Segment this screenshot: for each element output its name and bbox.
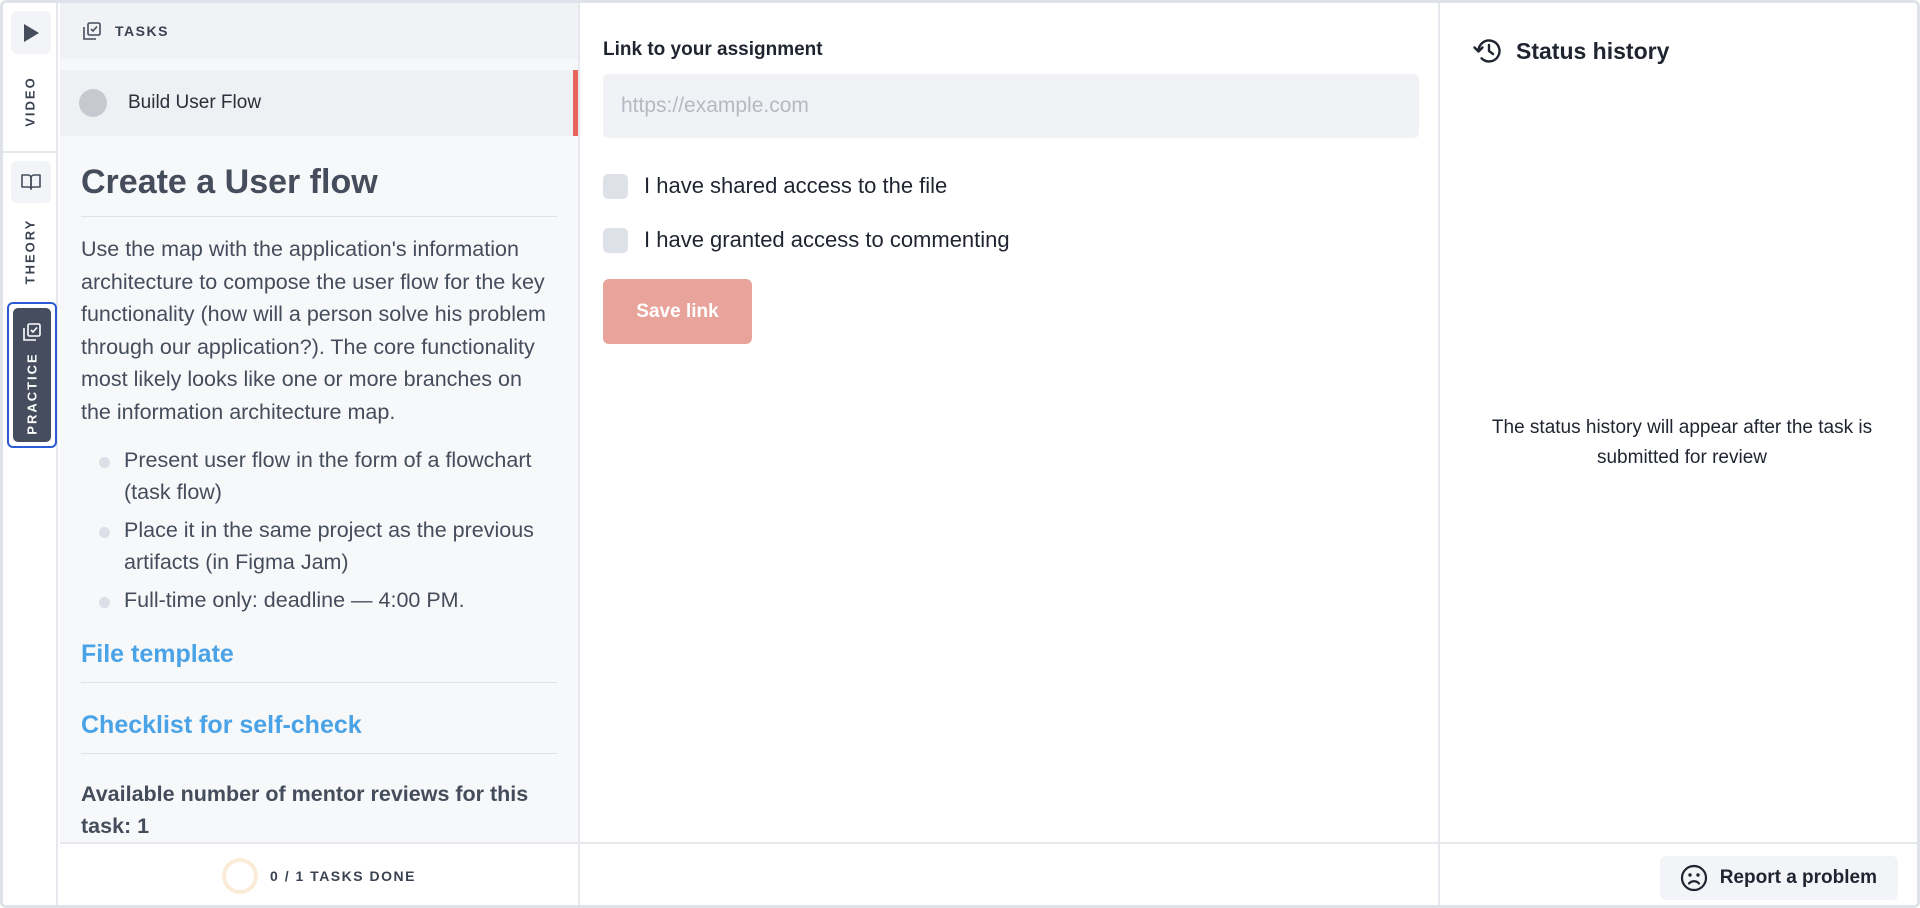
play-icon	[24, 23, 39, 42]
divider	[81, 216, 557, 217]
task-title: Create a User flow	[81, 163, 378, 201]
commenting-access-checkbox-row[interactable]: I have granted access to commenting	[603, 227, 1010, 253]
report-problem-label: Report a problem	[1719, 867, 1877, 888]
list-item: Full-time only: deadline — 4:00 PM.	[81, 584, 557, 616]
task-description: Use the map with the application's infor…	[81, 237, 546, 424]
bullet-icon	[99, 597, 110, 608]
status-history-empty-text: The status history will appear after the…	[1491, 417, 1873, 468]
save-link-button[interactable]: Save link	[603, 279, 752, 344]
status-history-panel: Status history The status history will a…	[1440, 3, 1917, 842]
shared-access-label[interactable]: I have shared access to the file	[644, 173, 947, 199]
book-icon	[21, 174, 41, 190]
tasks-icon	[23, 323, 41, 341]
active-task-marker	[573, 70, 578, 136]
commenting-access-label[interactable]: I have granted access to commenting	[644, 227, 1010, 253]
practice-tab-label: PRACTICE	[24, 351, 40, 435]
checklist-link[interactable]: Checklist for self-check	[81, 707, 557, 743]
report-problem-button[interactable]: Report a problem	[1659, 856, 1898, 900]
progress-ring	[222, 858, 259, 894]
divider	[81, 753, 557, 754]
task-content: Create a User flow Use the map with the …	[60, 160, 578, 842]
list-item: Present user flow in the form of a flowc…	[81, 444, 557, 508]
tasks-header-label: TASKS	[115, 23, 169, 39]
shared-access-checkbox-row[interactable]: I have shared access to the file	[603, 173, 947, 199]
theory-tab[interactable]	[11, 161, 51, 203]
task-item[interactable]: Build User Flow	[60, 70, 578, 136]
assignment-link-input[interactable]	[603, 74, 1419, 138]
practice-tab[interactable]: PRACTICE	[7, 302, 57, 448]
theory-tab-label[interactable]: THEORY	[19, 211, 41, 291]
assignment-panel: Link to your assignment I have shared ac…	[580, 3, 1440, 842]
shared-access-checkbox[interactable]	[603, 173, 628, 199]
section-rail: VIDEO THEORY PRACTICE	[3, 3, 58, 905]
file-template-link[interactable]: File template	[81, 636, 557, 672]
status-footer: Report a problem	[1440, 842, 1917, 905]
bullet-icon	[99, 457, 110, 468]
practice-tab-active: PRACTICE	[13, 308, 51, 442]
rail-divider	[3, 151, 58, 153]
history-icon	[1473, 39, 1501, 63]
tasks-icon	[83, 22, 101, 40]
app-frame: VIDEO THEORY PRACTICE TASKS Build User F…	[0, 0, 1920, 908]
list-item: Place it in the same project as the prev…	[81, 514, 557, 578]
status-history-header: Status history	[1472, 37, 1669, 65]
divider	[81, 682, 557, 683]
task-item-name: Build User Flow	[128, 92, 262, 113]
tasks-done-count: 0 / 1 TASKS DONE	[270, 868, 416, 884]
video-tab-label[interactable]: VIDEO	[19, 65, 41, 137]
video-tab[interactable]	[11, 11, 51, 54]
assignment-link-label: Link to your assignment	[603, 39, 823, 60]
commenting-access-checkbox[interactable]	[603, 227, 628, 253]
bullet-icon	[99, 527, 110, 538]
assignment-footer	[580, 842, 1440, 905]
sad-face-icon	[1680, 864, 1707, 892]
tasks-progress-footer: 0 / 1 TASKS DONE	[60, 842, 580, 905]
tasks-panel: TASKS Build User Flow Create a User flow…	[60, 3, 580, 842]
task-status-icon	[79, 89, 107, 117]
tasks-header: TASKS	[60, 3, 578, 59]
status-history-title: Status history	[1516, 37, 1670, 64]
task-requirements: Present user flow in the form of a flowc…	[81, 444, 557, 616]
mentor-reviews-info: Available number of mentor reviews for t…	[81, 782, 529, 838]
